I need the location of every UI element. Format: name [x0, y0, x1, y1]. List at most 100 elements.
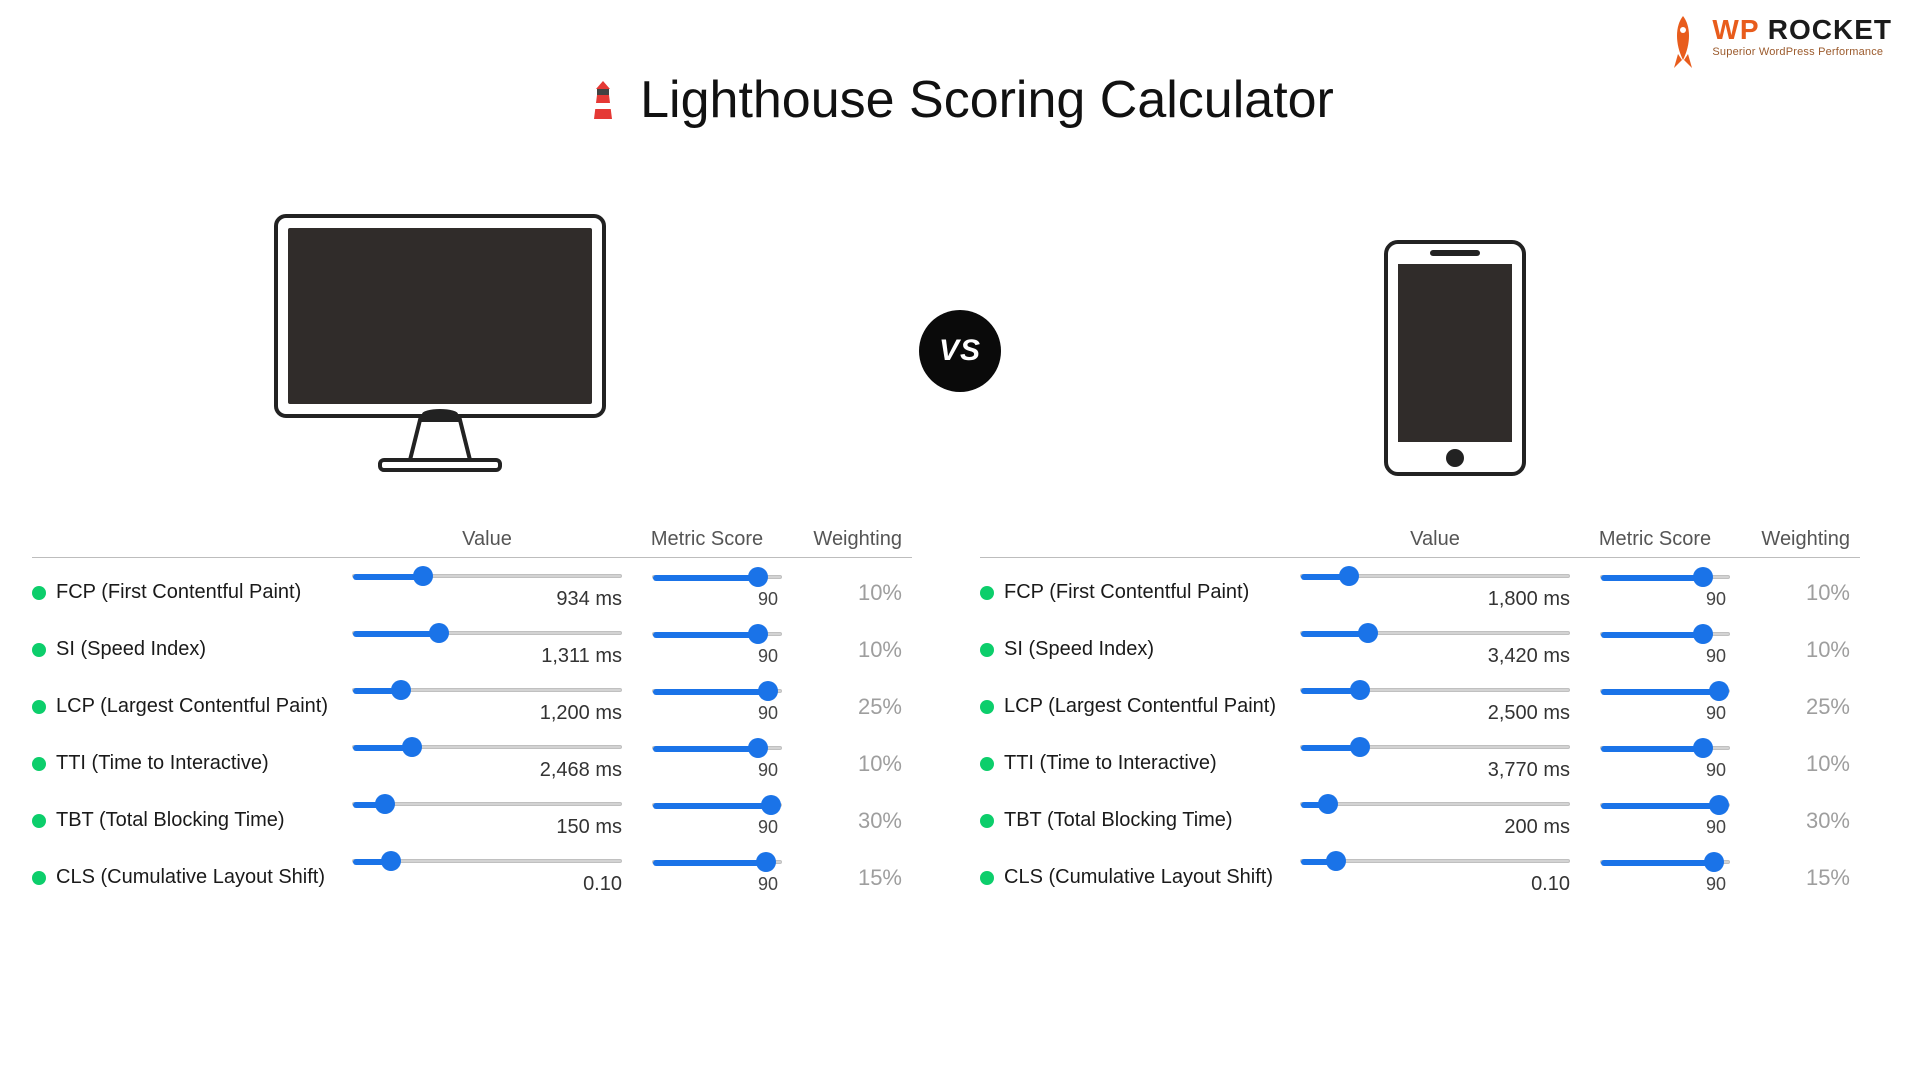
value-text: 934 ms [352, 582, 622, 611]
status-dot-icon [32, 814, 46, 828]
mobile-icon [1380, 238, 1530, 483]
score-text: 90 [652, 868, 782, 895]
metric-row: CLS (Cumulative Layout Shift)0.109015% [980, 843, 1860, 900]
weight-text: 10% [792, 580, 902, 606]
score-text: 90 [1600, 868, 1730, 895]
metric-name: CLS (Cumulative Layout Shift) [32, 866, 352, 889]
value-slider[interactable] [352, 631, 622, 635]
status-dot-icon [32, 586, 46, 600]
header-weight: Weighting [1740, 528, 1850, 551]
metric-label: TTI (Time to Interactive) [56, 752, 269, 775]
metric-label: LCP (Largest Contentful Paint) [1004, 695, 1276, 718]
value-slider[interactable] [352, 745, 622, 749]
score-slider[interactable] [652, 632, 782, 636]
score-slider[interactable] [1600, 632, 1730, 636]
desktop-panel: . Value Metric Score Weighting FCP (Firs… [32, 528, 912, 900]
metric-name: LCP (Largest Contentful Paint) [32, 695, 352, 718]
metric-row: CLS (Cumulative Layout Shift) 0.10 90 15% [32, 843, 912, 900]
score-slider[interactable] [652, 860, 782, 864]
value-text: 2,500 ms [1300, 696, 1570, 725]
metric-label: TBT (Total Blocking Time) [1004, 809, 1233, 832]
metric-label: SI (Speed Index) [1004, 638, 1154, 661]
metric-row: TTI (Time to Interactive)2,468 ms9010% [32, 729, 912, 786]
status-dot-icon [980, 643, 994, 657]
rocket-icon [1664, 14, 1702, 70]
metric-name: TBT (Total Blocking Time) [980, 809, 1300, 832]
status-dot-icon [980, 586, 994, 600]
value-slider[interactable] [1300, 745, 1570, 749]
score-text: 90 [652, 583, 782, 610]
brand-tagline: Superior WordPress Performance [1712, 46, 1892, 58]
score-slider[interactable] [1600, 575, 1730, 579]
metric-row: SI (Speed Index) 1,311 ms 90 10% [32, 615, 912, 672]
value-text: 2,468 ms [352, 753, 622, 782]
score-slider[interactable] [652, 575, 782, 579]
score-slider[interactable] [1600, 860, 1730, 864]
desktop-icon [270, 210, 610, 485]
column-headers: . Value Metric Score Weighting [32, 528, 912, 558]
score-text: 90 [1600, 754, 1730, 781]
metric-name: TBT (Total Blocking Time) [32, 809, 352, 832]
metric-row: LCP (Largest Contentful Paint)1,200 ms90… [32, 672, 912, 729]
weight-text: 15% [1740, 865, 1850, 891]
status-dot-icon [980, 700, 994, 714]
value-slider[interactable] [1300, 574, 1570, 578]
metric-name: TTI (Time to Interactive) [32, 752, 352, 775]
mobile-panel: . Value Metric Score Weighting FCP (Firs… [980, 528, 1860, 900]
metric-name: SI (Speed Index) [32, 638, 352, 661]
brand-name: WP ROCKET [1712, 14, 1892, 46]
value-slider[interactable] [1300, 631, 1570, 635]
metric-name: TTI (Time to Interactive) [980, 752, 1300, 775]
status-dot-icon [32, 757, 46, 771]
value-slider[interactable] [352, 574, 622, 578]
value-slider[interactable] [352, 802, 622, 806]
score-slider[interactable] [1600, 689, 1730, 693]
header-score: Metric Score [1570, 528, 1740, 551]
value-text: 150 ms [352, 810, 622, 839]
score-slider[interactable] [1600, 803, 1730, 807]
metric-row: LCP (Largest Contentful Paint) 2,500 ms 90… [980, 672, 1860, 729]
weight-text: 10% [1740, 580, 1850, 606]
metric-row: TBT (Total Blocking Time)200 ms9030% [980, 786, 1860, 843]
metric-name: FCP (First Contentful Paint) [32, 581, 352, 604]
score-text: 90 [1600, 697, 1730, 724]
status-dot-icon [980, 814, 994, 828]
weight-text: 25% [792, 694, 902, 720]
metric-row: FCP (First Contentful Paint)1,800 ms9010… [980, 558, 1860, 615]
metric-name: LCP (Largest Contentful Paint) [980, 695, 1300, 718]
weight-text: 10% [1740, 637, 1850, 663]
value-text: 1,200 ms [352, 696, 622, 725]
status-dot-icon [980, 757, 994, 771]
score-slider[interactable] [652, 689, 782, 693]
page-title-row: Lighthouse Scoring Calculator [0, 70, 1920, 130]
metric-label: FCP (First Contentful Paint) [1004, 581, 1249, 604]
metric-label: SI (Speed Index) [56, 638, 206, 661]
value-text: 3,420 ms [1300, 639, 1570, 668]
value-text: 0.10 [1300, 867, 1570, 896]
value-text: 1,311 ms [352, 639, 622, 668]
score-text: 90 [652, 640, 782, 667]
score-slider[interactable] [652, 803, 782, 807]
weight-text: 25% [1740, 694, 1850, 720]
value-slider[interactable] [1300, 859, 1570, 863]
value-slider[interactable] [352, 688, 622, 692]
score-text: 90 [1600, 811, 1730, 838]
metric-label: TBT (Total Blocking Time) [56, 809, 285, 832]
metric-label: FCP (First Contentful Paint) [56, 581, 301, 604]
page-title: Lighthouse Scoring Calculator [640, 70, 1334, 130]
metric-name: SI (Speed Index) [980, 638, 1300, 661]
status-dot-icon [32, 643, 46, 657]
value-slider[interactable] [352, 859, 622, 863]
status-dot-icon [980, 871, 994, 885]
metric-label: CLS (Cumulative Layout Shift) [56, 866, 325, 889]
weight-text: 10% [792, 637, 902, 663]
value-slider[interactable] [1300, 688, 1570, 692]
lighthouse-icon [586, 79, 620, 121]
value-slider[interactable] [1300, 802, 1570, 806]
column-headers: . Value Metric Score Weighting [980, 528, 1860, 558]
header-score: Metric Score [622, 528, 792, 551]
score-slider[interactable] [1600, 746, 1730, 750]
weight-text: 15% [792, 865, 902, 891]
score-slider[interactable] [652, 746, 782, 750]
value-text: 0.10 [352, 867, 622, 896]
